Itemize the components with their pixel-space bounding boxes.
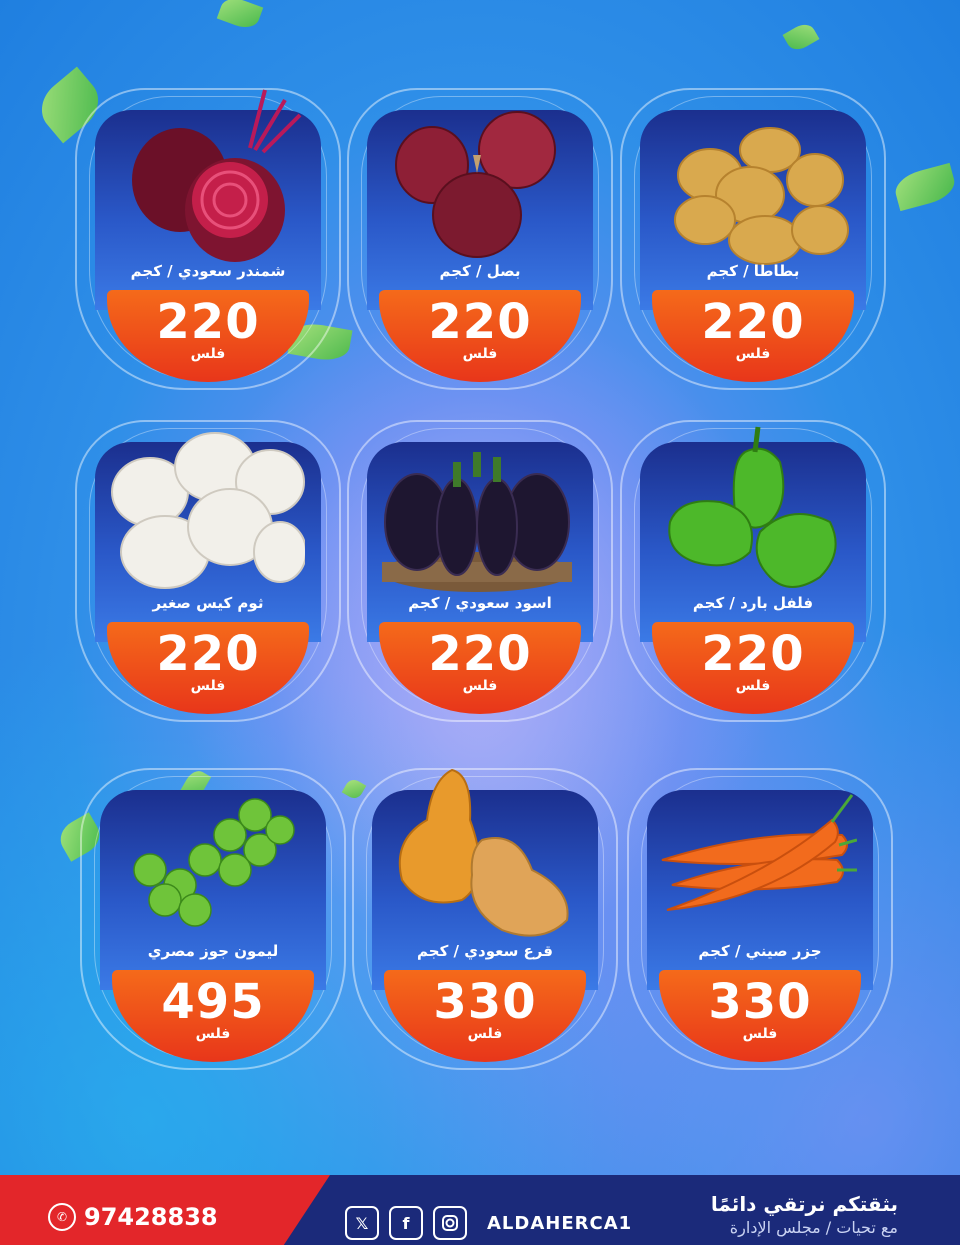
price-unit: فلس (190, 346, 226, 362)
social-handle[interactable]: ALDAHERCA1 (487, 1213, 632, 1234)
product-card: ليمون جوز مصري 495 فلس (80, 768, 346, 1070)
price-value: 495 (161, 974, 265, 1030)
price-unit: فلس (467, 1026, 503, 1042)
product-card: قرع سعودي / كجم 330 فلس (352, 768, 618, 1070)
squash-icon (398, 768, 569, 937)
whatsapp-icon: ✆ (48, 1203, 76, 1231)
garlic-icon (111, 432, 305, 589)
phone-contact[interactable]: ✆ 97428838 (48, 1203, 218, 1231)
price-unit: فلس (742, 1026, 778, 1042)
product-name: بطاطا / كجم (706, 262, 800, 280)
price-unit: فلس (462, 346, 498, 362)
pepper-icon (668, 426, 837, 588)
slogan: بثقتكم نرتقي دائمًا مع تحيات / مجلس الإد… (711, 1192, 898, 1237)
slogan-line2: مع تحيات / مجلس الإدارة (729, 1218, 898, 1237)
phone-number: 97428838 (84, 1203, 218, 1231)
product-name: ليمون جوز مصري (147, 942, 279, 960)
price-value: 330 (433, 974, 537, 1030)
eggplant-icon (382, 452, 572, 592)
price-value: 330 (708, 974, 812, 1030)
x-icon[interactable]: 𝕏 (345, 1206, 379, 1240)
product-name: ثوم كيس صغير (152, 594, 264, 612)
carrot-icon (661, 794, 857, 911)
product-name: فلفل بارد / كجم (692, 594, 814, 612)
product-card: اسود سعودي / كجم 220 فلس (347, 420, 613, 722)
social-links: 𝕏 f ALDAHERCA1 (345, 1206, 632, 1240)
product-card: شمندر سعودي / كجم 220 فلس (75, 88, 341, 390)
product-card: بصل / كجم 220 فلس (347, 88, 613, 390)
product-name: شمندر سعودي / كجم (130, 262, 286, 280)
price-unit: فلس (735, 678, 771, 694)
slogan-line1: بثقتكم نرتقي دائمًا (710, 1192, 898, 1216)
price-value: 220 (156, 626, 260, 682)
product-name: اسود سعودي / كجم (408, 594, 552, 612)
product-card: فلفل بارد / كجم 220 فلس (620, 420, 886, 722)
price-unit: فلس (462, 678, 498, 694)
product-name: جزر صيني / كجم (698, 942, 822, 960)
beet-icon (132, 89, 302, 262)
facebook-icon[interactable]: f (389, 1206, 423, 1240)
product-name: بصل / كجم (439, 262, 521, 280)
price-value: 220 (701, 294, 805, 350)
price-unit: فلس (190, 678, 226, 694)
price-value: 220 (701, 626, 805, 682)
price-value: 220 (428, 626, 532, 682)
instagram-icon[interactable] (433, 1206, 467, 1240)
product-card: ثوم كيس صغير 220 فلس (75, 420, 341, 722)
price-value: 220 (156, 294, 260, 350)
potato-icon (674, 127, 849, 265)
price-value: 220 (428, 294, 532, 350)
lime-bag-icon (133, 798, 295, 927)
product-card: جزر صيني / كجم 330 فلس (627, 768, 893, 1070)
price-unit: فلس (735, 346, 771, 362)
onion-icon (395, 111, 556, 258)
product-card: بطاطا / كجم 220 فلس (620, 88, 886, 390)
product-name: قرع سعودي / كجم (417, 942, 553, 960)
price-unit: فلس (195, 1026, 231, 1042)
